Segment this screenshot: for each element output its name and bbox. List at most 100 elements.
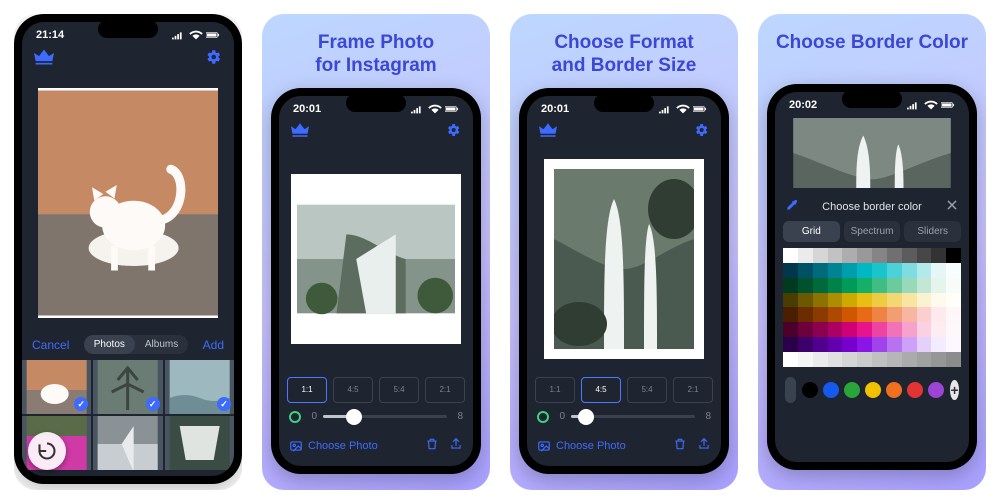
color-swatch[interactable] <box>798 278 813 293</box>
color-swatch[interactable] <box>872 278 887 293</box>
color-swatch[interactable] <box>872 293 887 308</box>
color-swatch[interactable] <box>887 293 902 308</box>
color-swatch[interactable] <box>917 352 932 367</box>
tab-photos[interactable]: Photos <box>84 335 135 354</box>
preset-color-dot[interactable] <box>928 382 944 398</box>
color-swatch[interactable] <box>783 263 798 278</box>
color-swatch[interactable] <box>783 307 798 322</box>
color-swatch[interactable] <box>783 248 798 263</box>
color-swatch[interactable] <box>813 293 828 308</box>
color-swatch[interactable] <box>842 278 857 293</box>
color-swatch[interactable] <box>813 278 828 293</box>
color-swatch[interactable] <box>887 248 902 263</box>
color-swatch[interactable] <box>842 248 857 263</box>
thumb-2[interactable] <box>93 360 162 414</box>
color-swatch[interactable] <box>887 263 902 278</box>
color-swatch[interactable] <box>798 263 813 278</box>
color-swatch[interactable] <box>783 337 798 352</box>
color-swatch[interactable] <box>857 248 872 263</box>
color-swatch[interactable] <box>917 307 932 322</box>
color-swatch[interactable] <box>798 248 813 263</box>
settings-icon[interactable] <box>693 122 709 143</box>
share-icon[interactable] <box>697 437 711 456</box>
preset-color-dot[interactable] <box>865 382 881 398</box>
ratio-5-4[interactable]: 5:4 <box>627 377 667 403</box>
color-swatch[interactable] <box>946 293 961 308</box>
color-swatch[interactable] <box>931 352 946 367</box>
color-swatch[interactable] <box>857 307 872 322</box>
preset-color-dot[interactable] <box>844 382 860 398</box>
color-swatch[interactable] <box>813 248 828 263</box>
color-swatch[interactable] <box>946 278 961 293</box>
color-swatch[interactable] <box>887 278 902 293</box>
thumb-1[interactable] <box>22 360 91 414</box>
choose-photo-button[interactable]: Choose Photo <box>537 439 626 453</box>
color-swatch[interactable] <box>946 263 961 278</box>
color-swatch[interactable] <box>902 307 917 322</box>
thumb-6[interactable] <box>165 416 234 470</box>
color-swatch[interactable] <box>857 322 872 337</box>
color-swatch[interactable] <box>842 322 857 337</box>
settings-icon[interactable] <box>445 122 461 143</box>
reload-button[interactable] <box>28 432 66 470</box>
color-swatch[interactable] <box>813 322 828 337</box>
color-swatch[interactable] <box>946 307 961 322</box>
color-swatch[interactable] <box>902 248 917 263</box>
color-swatch[interactable] <box>872 263 887 278</box>
color-swatch[interactable] <box>857 263 872 278</box>
delete-icon[interactable] <box>425 437 439 456</box>
color-swatch[interactable] <box>902 263 917 278</box>
color-swatch[interactable] <box>857 352 872 367</box>
delete-icon[interactable] <box>673 437 687 456</box>
settings-icon[interactable] <box>204 48 222 71</box>
color-ring-icon[interactable] <box>289 411 301 423</box>
color-swatch[interactable] <box>842 337 857 352</box>
color-swatch[interactable] <box>828 337 843 352</box>
color-swatch[interactable] <box>813 352 828 367</box>
tab-sliders[interactable]: Sliders <box>904 221 961 242</box>
ratio-4-5[interactable]: 4:5 <box>581 377 621 403</box>
tab-grid[interactable]: Grid <box>783 221 840 242</box>
choose-photo-button[interactable]: Choose Photo <box>289 439 378 453</box>
color-swatch[interactable] <box>828 293 843 308</box>
color-swatch[interactable] <box>842 307 857 322</box>
color-swatch[interactable] <box>783 278 798 293</box>
close-icon[interactable] <box>945 198 959 215</box>
color-swatch[interactable] <box>813 307 828 322</box>
color-swatch[interactable] <box>857 293 872 308</box>
ratio-5-4[interactable]: 5:4 <box>379 377 419 403</box>
color-swatch[interactable] <box>783 322 798 337</box>
color-swatch[interactable] <box>946 337 961 352</box>
ratio-2-1[interactable]: 2:1 <box>425 377 465 403</box>
color-swatch[interactable] <box>798 352 813 367</box>
preset-color-dot[interactable] <box>907 382 923 398</box>
cancel-button[interactable]: Cancel <box>32 338 69 352</box>
color-swatch[interactable] <box>813 263 828 278</box>
color-swatch[interactable] <box>917 278 932 293</box>
color-swatch[interactable] <box>931 278 946 293</box>
add-color-button[interactable]: + <box>950 380 959 400</box>
color-swatch[interactable] <box>828 322 843 337</box>
slider-track[interactable] <box>323 415 447 418</box>
tab-albums[interactable]: Albums <box>135 335 188 354</box>
color-swatch[interactable] <box>798 307 813 322</box>
color-swatch[interactable] <box>931 322 946 337</box>
color-swatch[interactable] <box>902 352 917 367</box>
preset-color-dot[interactable] <box>802 382 818 398</box>
color-swatch[interactable] <box>902 337 917 352</box>
color-swatch[interactable] <box>946 322 961 337</box>
color-swatch[interactable] <box>842 263 857 278</box>
color-swatch[interactable] <box>798 293 813 308</box>
color-swatch[interactable] <box>857 337 872 352</box>
color-swatch[interactable] <box>783 293 798 308</box>
thumb-3[interactable] <box>165 360 234 414</box>
color-swatch[interactable] <box>946 248 961 263</box>
color-swatch[interactable] <box>887 352 902 367</box>
color-swatch[interactable] <box>872 352 887 367</box>
crown-icon[interactable] <box>291 123 309 142</box>
color-swatch[interactable] <box>931 263 946 278</box>
color-swatch[interactable] <box>872 307 887 322</box>
ratio-1-1[interactable]: 1:1 <box>287 377 327 403</box>
crown-icon[interactable] <box>539 123 557 142</box>
color-swatch[interactable] <box>946 352 961 367</box>
